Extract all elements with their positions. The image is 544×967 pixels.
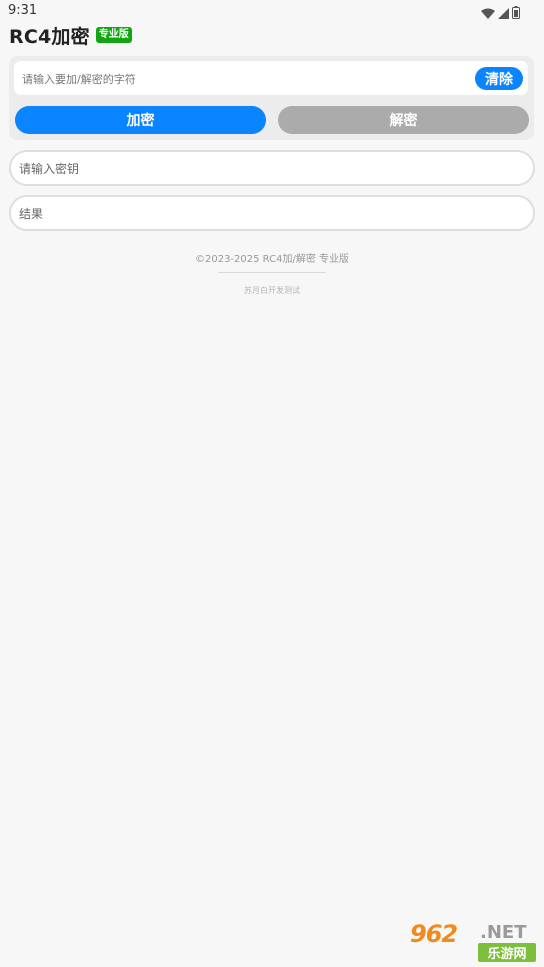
footer-developer: 苏月白开发测试 (244, 286, 300, 295)
wifi-icon (481, 4, 495, 23)
footer-divider (218, 272, 326, 273)
battery-icon (512, 4, 520, 23)
app-header: RC4加密 专业版 (9, 22, 132, 48)
pro-badge: 专业版 (95, 27, 132, 43)
watermark-domain: .NET (480, 922, 527, 943)
signal-icon (498, 4, 509, 23)
text-input-wrapper: 清除 (14, 61, 528, 97)
status-icons (481, 4, 520, 23)
result-output[interactable] (17, 197, 521, 231)
result-field-wrapper (9, 195, 535, 231)
plaintext-input[interactable] (20, 61, 474, 97)
encrypt-button[interactable]: 加密 (15, 106, 266, 134)
footer-copyright: ©2023-2025 RC4加/解密 专业版 (194, 254, 350, 265)
watermark-number: 962 (410, 920, 458, 948)
clear-button[interactable]: 清除 (475, 67, 523, 90)
status-bar: 9:31 (0, 0, 544, 22)
input-card: 清除 加密 解密 (9, 56, 534, 140)
key-field-wrapper (9, 150, 535, 186)
app-title: RC4加密 (9, 25, 90, 48)
decrypt-button[interactable]: 解密 (278, 106, 529, 134)
watermark-brand: 乐游网 (478, 943, 536, 962)
watermark-logo: 962 .NET 乐游网 (406, 919, 538, 963)
status-time: 9:31 (8, 3, 38, 18)
key-input[interactable] (17, 152, 521, 186)
